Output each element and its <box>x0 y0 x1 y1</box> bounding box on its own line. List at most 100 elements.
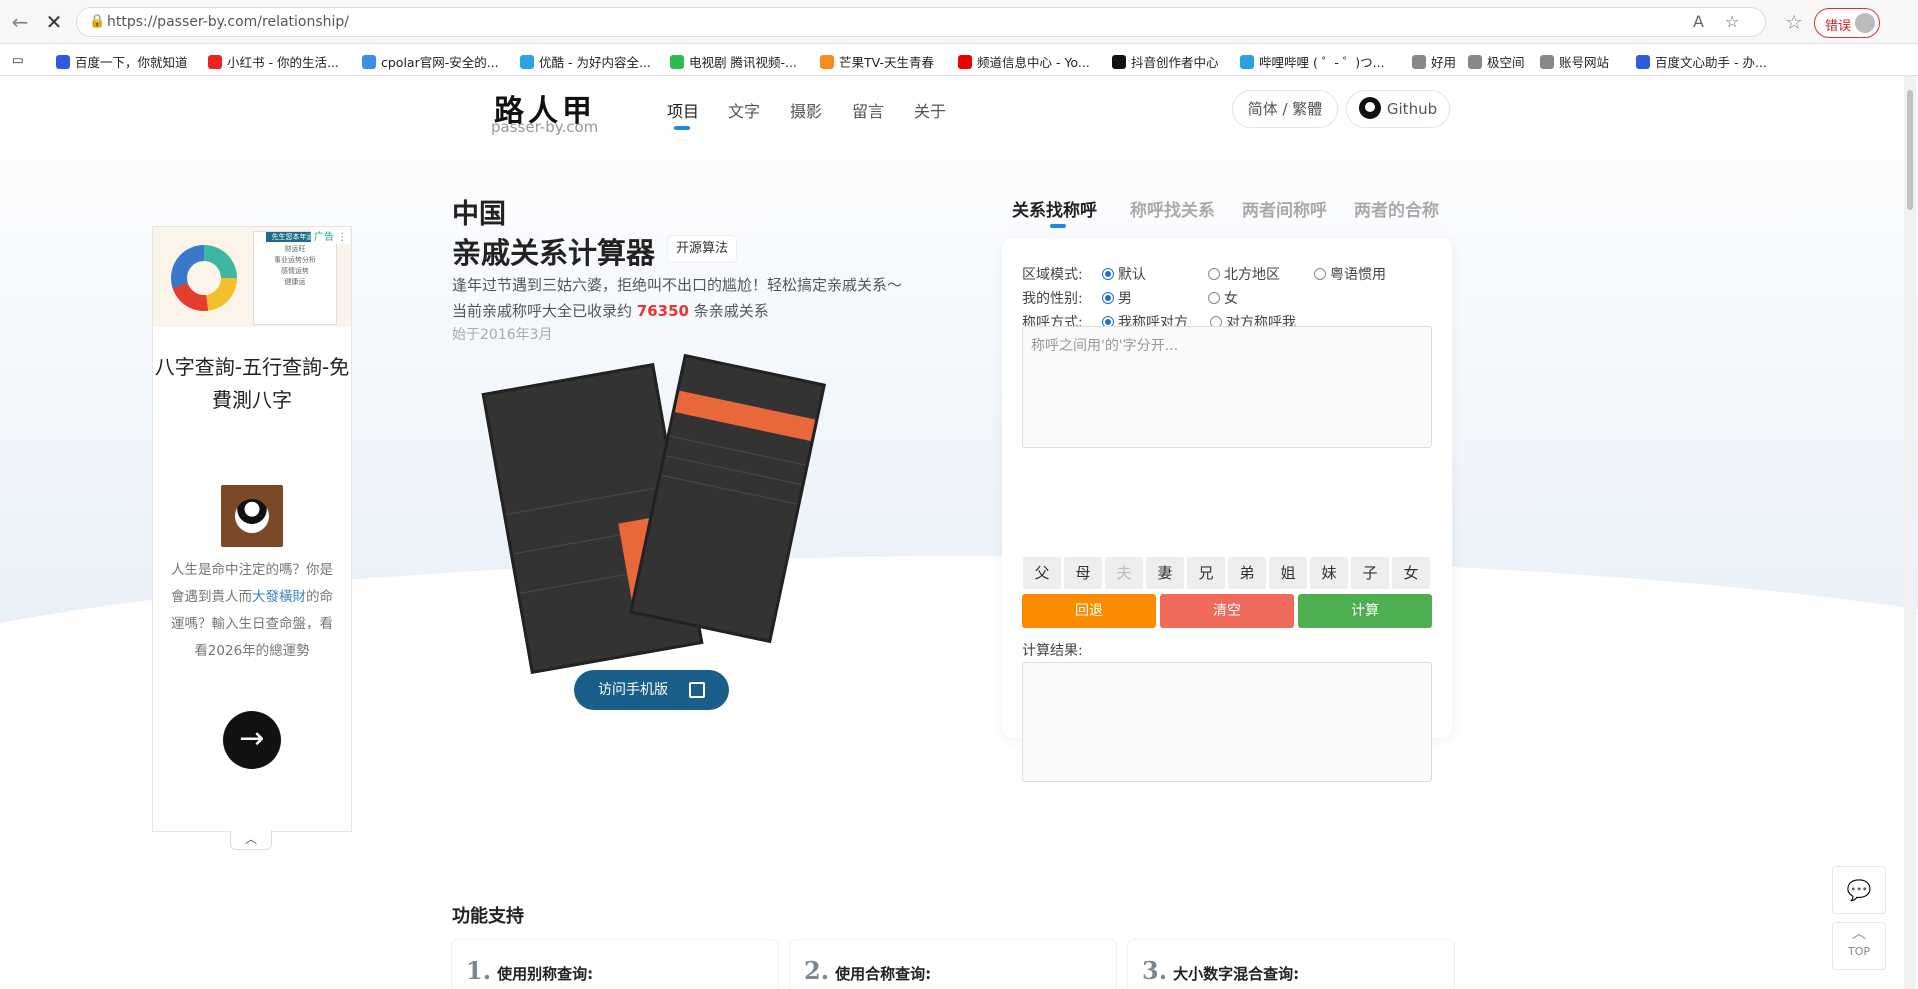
language-toggle-button[interactable]: 简体 / 繁體 <box>1232 90 1338 128</box>
ad-card: 先生您本年运势 财运旺 事业运势分析 感情运势 健康运 <box>253 231 337 325</box>
bookmark-item[interactable]: 百度一下，你就知道 <box>56 52 188 71</box>
key-son[interactable]: 子 <box>1351 557 1389 589</box>
tab-joint-title[interactable]: 两者的合称 <box>1354 196 1439 221</box>
browser-toolbar: ← ✕ 🔒 https://passer-by.com/relationship… <box>0 0 1918 44</box>
bookmarks-toggle-icon[interactable]: ▭ <box>12 52 24 67</box>
region-north-radio[interactable] <box>1208 268 1220 280</box>
open-source-badge[interactable]: 开源算法 <box>668 236 737 262</box>
stop-loading-icon[interactable]: ✕ <box>42 10 66 34</box>
bookmark-favicon-icon <box>1412 55 1426 69</box>
key-younger-sister[interactable]: 妹 <box>1310 557 1348 589</box>
url-text: https://passer-by.com/relationship/ <box>107 14 350 30</box>
chevron-up-icon[interactable]: ︿ <box>230 830 272 850</box>
qr-code-icon <box>689 682 705 698</box>
page-title-line2: 亲戚关系计算器 <box>452 236 656 270</box>
back-arrow-icon[interactable]: ← <box>8 10 32 34</box>
bookmarks-bar: ▭ 百度一下，你就知道 小红书 - 你的生活... cpolar官网-安全的... 优… <box>0 44 1918 76</box>
bookmark-item[interactable]: 百度文心助手 - 办... <box>1636 52 1767 71</box>
tab-relation-to-title[interactable]: 关系找称呼 <box>1012 196 1097 221</box>
bookmark-favicon-icon <box>1240 55 1254 69</box>
tab-mutual-title[interactable]: 两者间称呼 <box>1242 196 1327 221</box>
bookmark-favicon-icon <box>820 55 834 69</box>
github-icon <box>1358 97 1381 119</box>
bookmark-favicon-icon <box>362 55 376 69</box>
relation-input[interactable]: 称呼之间用'的'字分开... <box>1022 326 1432 448</box>
nav-item-messages[interactable]: 留言 <box>852 98 884 122</box>
tab-title-to-relation[interactable]: 称呼找关系 <box>1130 196 1215 221</box>
profile-error-button[interactable]: 错误 <box>1814 8 1880 38</box>
address-bar[interactable]: 🔒 https://passer-by.com/relationship/ ☆ … <box>76 7 1766 37</box>
nav-item-photo[interactable]: 摄影 <box>790 98 822 122</box>
bookmark-favicon-icon <box>1468 55 1482 69</box>
nav-item-text[interactable]: 文字 <box>728 98 760 122</box>
bookmark-item[interactable]: 极空间 <box>1468 52 1525 71</box>
bookmark-item[interactable]: 小红书 - 你的生活... <box>208 52 339 71</box>
five-elements-chart-icon <box>171 245 237 311</box>
feature-card: 3. 大小数字混合查询: <box>1128 940 1454 989</box>
gender-female-radio[interactable] <box>1208 292 1220 304</box>
chevron-up-icon: ︿ <box>1852 926 1866 942</box>
wechat-icon[interactable]: 💬 <box>1832 866 1886 914</box>
bookmark-item[interactable]: 好用 <box>1412 52 1456 71</box>
bookmark-item[interactable]: 抖音创作者中心 <box>1112 52 1219 71</box>
back-to-top-button[interactable]: ︿ TOP <box>1832 922 1886 970</box>
clear-button[interactable]: 清空 <box>1160 594 1294 628</box>
features-title: 功能支持 <box>452 906 524 927</box>
region-default-radio[interactable] <box>1102 268 1114 280</box>
yin-yang-icon <box>221 485 283 547</box>
bookmark-favicon-icon <box>520 55 534 69</box>
key-father[interactable]: 父 <box>1023 557 1061 589</box>
read-aloud-icon[interactable]: A <box>1693 12 1704 31</box>
key-husband[interactable]: 夫 <box>1105 557 1143 589</box>
bookmark-favicon-icon <box>208 55 222 69</box>
bookmark-favicon-icon <box>958 55 972 69</box>
gender-male-radio[interactable] <box>1102 292 1114 304</box>
nav-active-indicator <box>674 126 690 130</box>
arrow-right-icon[interactable]: → <box>223 711 281 769</box>
ad-title: 八字查詢-五行查詢-免費測八字 <box>154 355 350 412</box>
bookmark-item[interactable]: 账号网站 <box>1540 52 1609 71</box>
key-elder-sister[interactable]: 姐 <box>1269 557 1307 589</box>
ad-banner[interactable]: 先生您本年运势 财运旺 事业运势分析 感情运势 健康运 广告 ⋮ 八字查詢-五行… <box>152 226 352 832</box>
nav-item-projects[interactable]: 项目 <box>667 98 699 122</box>
region-cantonese-radio[interactable] <box>1314 268 1326 280</box>
key-younger-brother[interactable]: 弟 <box>1228 557 1266 589</box>
hero-description: 逢年过节遇到三姑六婆，拒绝叫不出口的尴尬！轻松搞定亲戚关系～ 当前亲戚称呼大全已… <box>452 276 903 320</box>
page-title-line1: 中国 <box>452 199 506 230</box>
tab-active-indicator <box>1050 224 1066 228</box>
since-date: 始于2016年3月 <box>452 327 553 343</box>
calculator-panel: 区域模式: 默认 北方地区 粤语惯用 我的性别: 男 女 称呼方式: 我称呼对方… <box>1002 238 1452 782</box>
bookmark-favicon-icon <box>1540 55 1554 69</box>
visit-mobile-button[interactable]: 访问手机版 <box>574 670 729 710</box>
page-viewport: 路人甲 passer-by.com 项目 文字 摄影 留言 关于 简体 / 繁體… <box>0 76 1918 989</box>
key-elder-brother[interactable]: 兄 <box>1187 557 1225 589</box>
bookmark-favicon-icon <box>1636 55 1650 69</box>
github-button[interactable]: Github <box>1346 90 1450 128</box>
key-wife[interactable]: 妻 <box>1146 557 1184 589</box>
bookmark-item[interactable]: 频道信息中心 - Yo... <box>958 52 1090 71</box>
feature-card: 2. 使用合称查询: <box>790 940 1116 989</box>
site-logo-domain: passer-by.com <box>491 118 599 136</box>
bookmark-item[interactable]: 优酷 - 为好内容全... <box>520 52 651 71</box>
favorites-icon[interactable]: ☆ <box>1782 10 1806 34</box>
relation-count: 76350 <box>636 302 689 320</box>
result-label: 计算结果: <box>1022 643 1083 659</box>
ad-label[interactable]: 广告 ⋮ <box>311 227 351 244</box>
bookmark-item[interactable]: cpolar官网-安全的... <box>362 52 499 71</box>
back-button[interactable]: 回退 <box>1022 594 1156 628</box>
key-daughter[interactable]: 女 <box>1392 557 1430 589</box>
feature-card: 1. 使用别称查询: <box>452 940 778 989</box>
avatar <box>1855 13 1875 33</box>
bookmark-favicon-icon <box>1112 55 1126 69</box>
favorite-star-icon[interactable]: ☆ <box>1725 12 1739 31</box>
result-output <box>1022 662 1432 782</box>
bookmark-item[interactable]: 哔哩哔哩 ( ゜- ゜)つ... <box>1240 52 1385 71</box>
calculate-button[interactable]: 计算 <box>1298 594 1432 628</box>
bookmark-item[interactable]: 芒果TV-天生青春 <box>820 52 934 71</box>
lock-icon: 🔒 <box>89 14 106 29</box>
page-scrollbar[interactable] <box>1904 76 1916 989</box>
key-mother[interactable]: 母 <box>1064 557 1102 589</box>
bookmark-item[interactable]: 电视剧 腾讯视频-... <box>670 52 797 71</box>
bookmark-favicon-icon <box>56 55 70 69</box>
nav-item-about[interactable]: 关于 <box>914 98 946 122</box>
